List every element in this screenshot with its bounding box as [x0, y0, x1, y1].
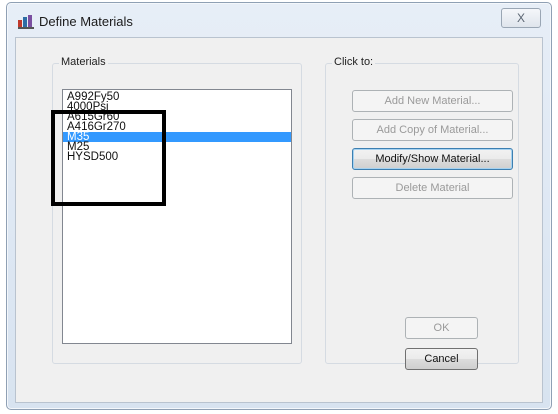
close-icon: X	[516, 11, 525, 25]
window-title: Define Materials	[39, 14, 133, 29]
click-to-group-label: Click to:	[332, 56, 376, 68]
title-bar[interactable]: Define Materials X	[7, 3, 551, 37]
dialog-client-area: Materials A992Fy50 4000Psi A615Gr60 A416Gr2…	[15, 37, 543, 403]
materials-group-label: Materials	[59, 56, 108, 68]
material-list-item[interactable]: HYSD500	[63, 151, 291, 163]
modify-show-material-button[interactable]: Modify/Show Material...	[352, 148, 513, 170]
materials-groupbox: Materials A992Fy50 4000Psi A615Gr60 A416Gr2…	[52, 56, 302, 364]
app-icon	[18, 15, 34, 29]
material-list-item[interactable]: M35	[63, 131, 291, 143]
ok-button[interactable]: OK	[405, 317, 478, 339]
click-to-groupbox: Click to: Add New Material... Add Copy o…	[325, 56, 519, 370]
delete-material-button[interactable]: Delete Material	[352, 177, 513, 199]
add-new-material-button[interactable]: Add New Material...	[352, 90, 513, 112]
cancel-button[interactable]: Cancel	[405, 348, 478, 370]
material-list-item[interactable]: A416Gr270	[63, 121, 291, 133]
define-materials-dialog: Define Materials X Materials A992Fy50 400…	[6, 2, 552, 410]
add-copy-of-material-button[interactable]: Add Copy of Material...	[352, 119, 513, 141]
close-button[interactable]: X	[501, 8, 541, 28]
materials-listbox[interactable]: A992Fy50 4000Psi A615Gr60 A416Gr270 M35 M25 HY…	[62, 89, 292, 344]
